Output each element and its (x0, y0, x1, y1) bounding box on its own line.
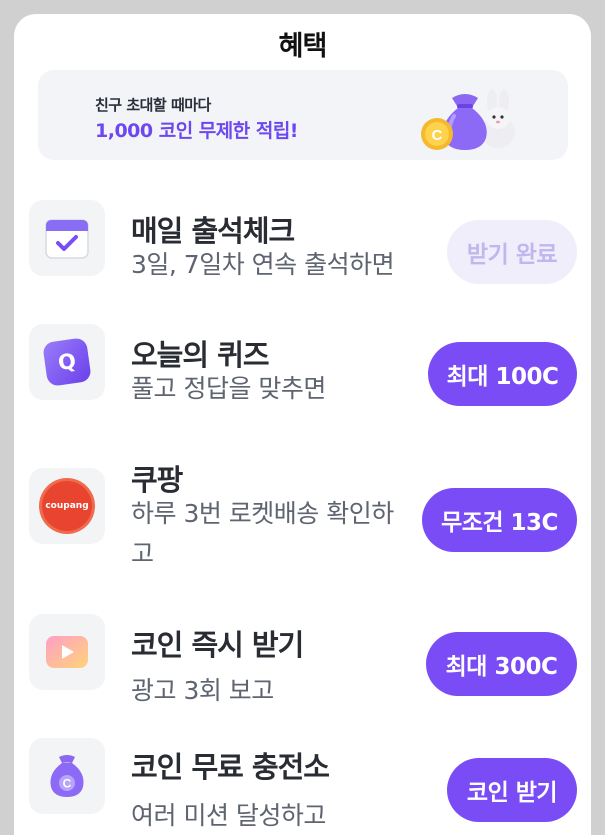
reward-title: 매일 출석체크 (131, 214, 295, 248)
coupang-logo-icon: coupang (29, 468, 105, 544)
charging-station-button[interactable]: 코인 받기 (447, 758, 577, 822)
reward-subtitle: 여러 미션 달성하고 (131, 801, 326, 830)
quiz-reward-button[interactable]: 최대 100C (428, 342, 577, 406)
bag-coin-letter: C (63, 777, 72, 791)
banner-subtitle: 친구 초대할 때마다 (95, 96, 211, 114)
money-bag-rabbit-illustration: C (421, 89, 515, 150)
quiz-q-icon: Q (29, 324, 105, 400)
reward-title: 코인 즉시 받기 (131, 628, 304, 662)
reward-subtitle: 3일, 7일차 연속 출석하면 (131, 250, 395, 279)
coin-letter: C (432, 127, 443, 144)
reward-title: 쿠팡 (131, 463, 183, 497)
coupang-logo-text: coupang (42, 481, 92, 531)
benefits-sheet: 혜택 친구 초대할 때마다 1,000 코인 무제한 적립! C 매일 출석체크… (14, 14, 591, 835)
coupang-reward-button[interactable]: 무조건 13C (422, 488, 577, 552)
reward-subtitle: 하루 3번 로켓배송 확인하고 (131, 499, 394, 568)
reward-title: 오늘의 퀴즈 (131, 338, 269, 372)
reward-subtitle: 풀고 정답을 맞추면 (131, 374, 326, 403)
invite-friend-banner[interactable]: 친구 초대할 때마다 1,000 코인 무제한 적립! C (38, 70, 568, 160)
page-title: 혜택 (278, 31, 328, 62)
banner-headline: 1,000 코인 무제한 적립! (95, 120, 298, 142)
quiz-letter: Q (42, 337, 92, 387)
video-play-icon (29, 614, 105, 690)
coin-bag-icon: C (29, 738, 105, 814)
reward-title: 코인 무료 충전소 (131, 750, 330, 784)
reward-subtitle: 광고 3회 보고 (131, 676, 274, 705)
attendance-claimed-button[interactable]: 받기 완료 (447, 220, 577, 284)
ad-reward-button[interactable]: 최대 300C (426, 632, 577, 696)
calendar-check-icon (29, 200, 105, 276)
